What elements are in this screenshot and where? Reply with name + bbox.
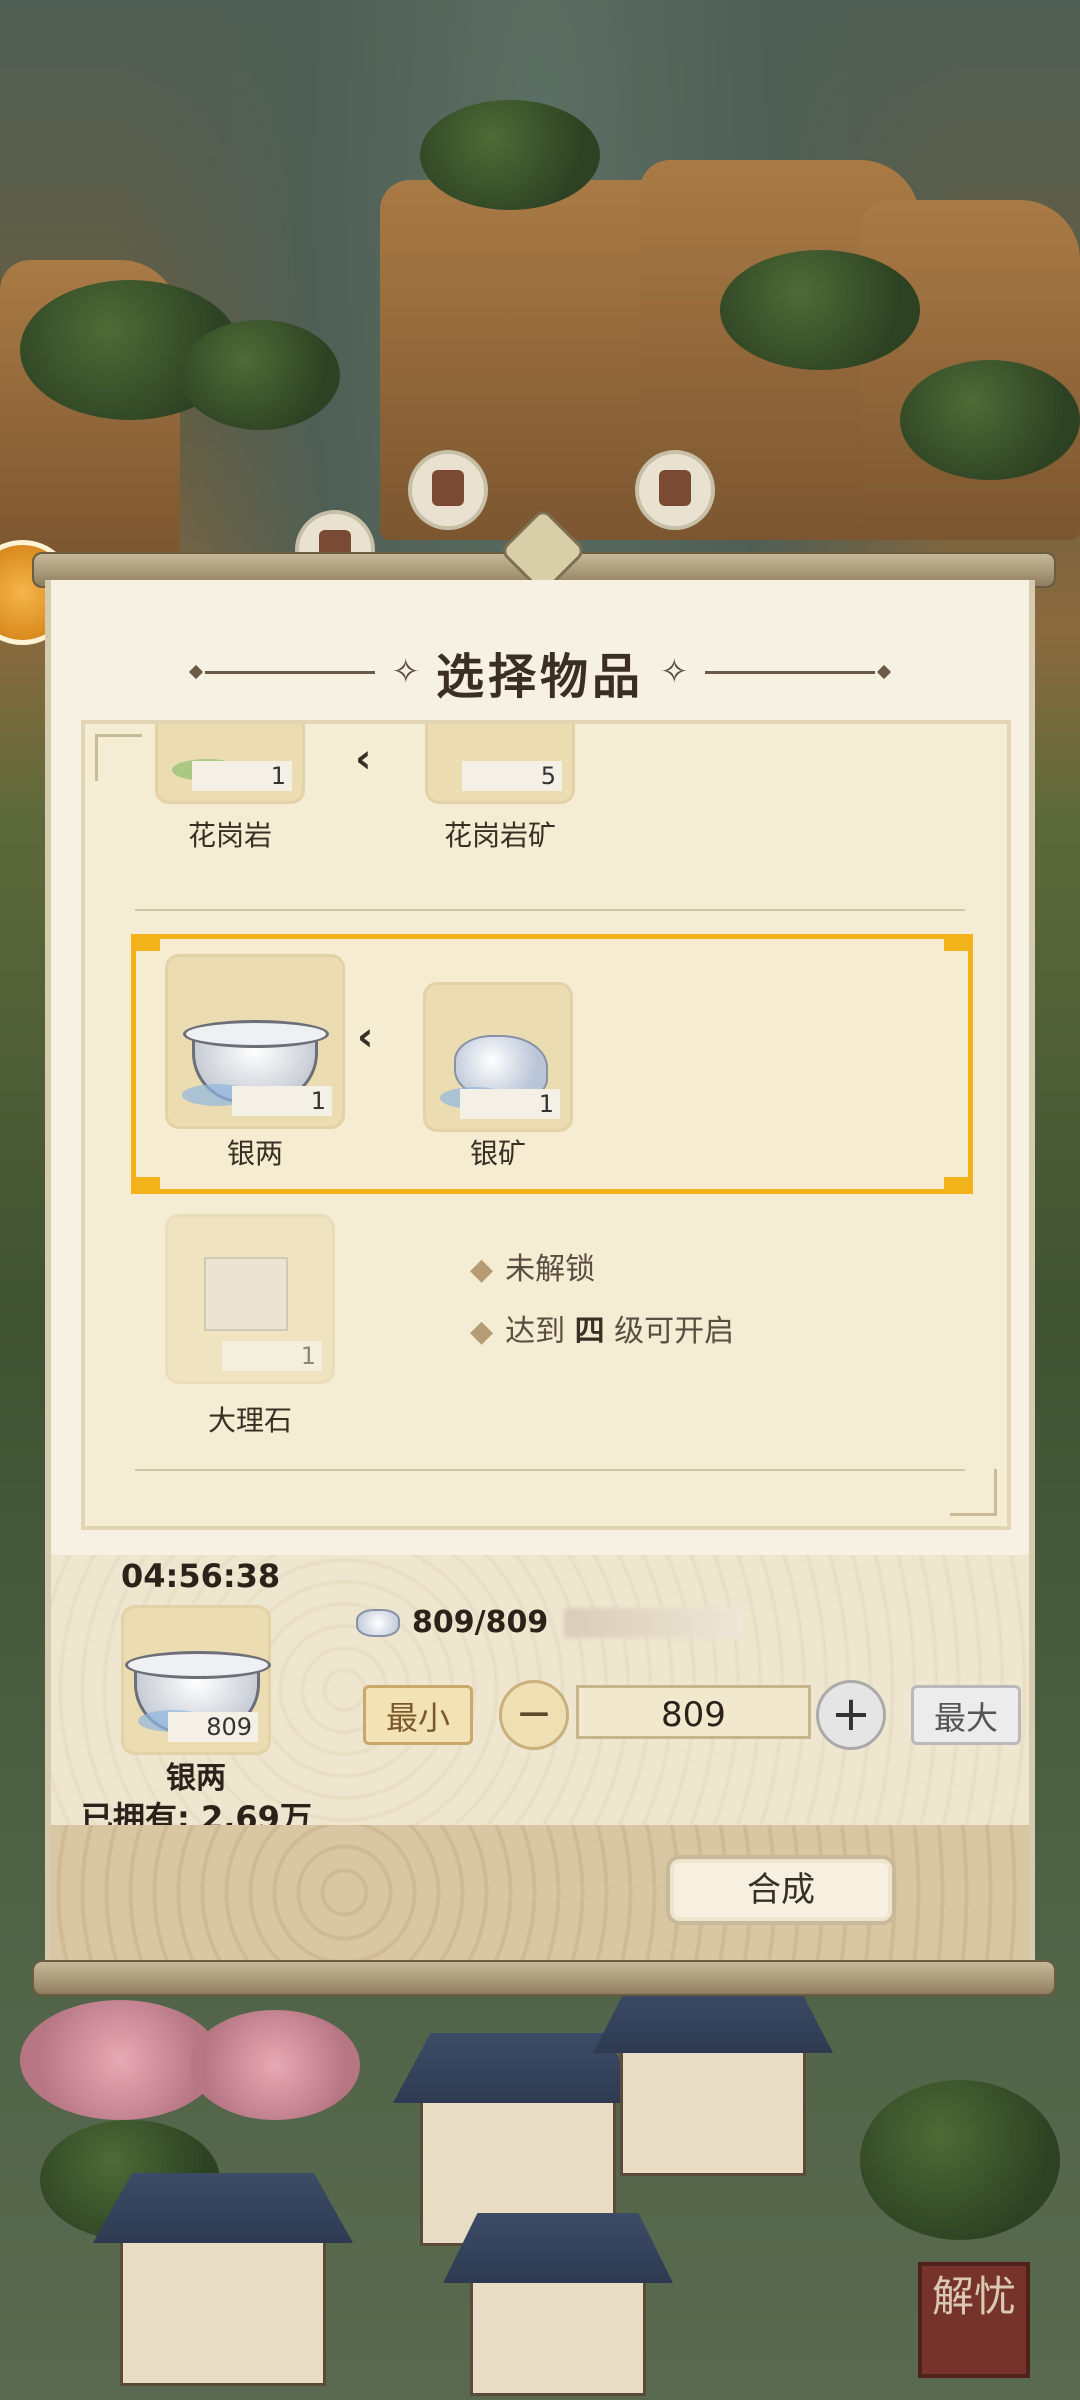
recipe-list[interactable]: 1 花岗岩 ‹ 5 花岗岩矿 1 银两 ‹ 1 银矿 1 大理石 ◆ 未解锁 ◆…	[81, 720, 1011, 1530]
item-count: 5	[462, 761, 562, 791]
corner-ornament	[950, 1469, 997, 1516]
title-ornament-line	[704, 670, 875, 674]
recipe-product-slot[interactable]: 1	[165, 954, 345, 1129]
diamond-bullet-icon: ◆	[470, 1252, 494, 1287]
min-quantity-button[interactable]: 最小	[363, 1685, 473, 1745]
tree	[900, 360, 1080, 480]
silver-ore-icon	[356, 1608, 400, 1637]
item-count: 1	[232, 1086, 332, 1116]
craft-item-name: 银两	[166, 1761, 226, 1796]
increase-quantity-button[interactable]: +	[816, 1680, 886, 1750]
arrow-left-icon: ‹	[355, 736, 372, 782]
material-requirement: 809/809	[356, 1605, 745, 1640]
quantity-input[interactable]: 809	[576, 1685, 811, 1739]
craft-section: 04:56:38 809 银两 已拥有: 2.69万 809/809 最小 − …	[51, 1555, 1029, 1837]
frame-corner	[944, 1177, 970, 1191]
diamond-bullet-icon: ◆	[470, 1314, 494, 1349]
item-label: 银两	[226, 1137, 283, 1170]
dialog-footer: 合成	[51, 1825, 1029, 1960]
row-divider	[135, 909, 965, 911]
recipe-product-slot[interactable]: 1	[155, 724, 305, 804]
lock-status-text: ◆ 未解锁	[470, 1252, 596, 1287]
house	[470, 2280, 646, 2396]
item-label: 花岗岩	[187, 819, 272, 852]
app-logo-stamp: 解忧	[918, 2262, 1030, 2378]
swirl-icon: ✧	[391, 652, 420, 692]
frame-corner	[134, 1177, 160, 1191]
craft-timer: 04:56:38	[121, 1557, 281, 1595]
item-count: 809	[168, 1712, 258, 1742]
compose-button[interactable]: 合成	[666, 1855, 896, 1925]
frame-corner	[944, 937, 970, 951]
title-ornament-line	[205, 670, 376, 674]
item-label: 大理石	[207, 1404, 292, 1437]
arrow-left-icon: ‹	[357, 1014, 374, 1060]
dialog-title: 选择物品	[435, 649, 644, 705]
max-quantity-button[interactable]: 最大	[911, 1685, 1021, 1745]
recipe-product-slot-locked[interactable]: 1	[165, 1214, 335, 1384]
blossom-tree	[190, 2010, 360, 2120]
row-divider	[135, 1469, 965, 1471]
marble-image	[204, 1257, 288, 1331]
select-item-dialog: ✧ 选择物品 ✧ 1 花岗岩 ‹ 5 花岗岩矿 1 银两 ‹ 1 银矿 1 大理…	[45, 580, 1035, 1960]
item-count: 1	[192, 761, 292, 791]
frame-corner	[134, 937, 160, 951]
item-label: 银矿	[469, 1137, 526, 1170]
recipe-ingredient-slot[interactable]: 5	[425, 724, 575, 804]
item-count: 1	[460, 1089, 560, 1119]
resource-bubble	[408, 450, 488, 530]
tree	[720, 250, 920, 370]
tree	[420, 100, 600, 210]
house	[620, 2050, 806, 2176]
unlock-condition-text: ◆ 达到 四 级可开启	[470, 1314, 735, 1349]
scroll-bottom-rod	[32, 1960, 1056, 1996]
dialog-header: ✧ 选择物品 ✧	[51, 632, 1029, 712]
corner-ornament	[95, 734, 142, 781]
blurred-decoration	[564, 1607, 745, 1638]
tree	[180, 320, 340, 430]
house	[120, 2240, 326, 2386]
recipe-ingredient-slot[interactable]: 1	[423, 982, 573, 1132]
decrease-quantity-button[interactable]: −	[499, 1680, 569, 1750]
tree	[860, 2080, 1060, 2240]
swirl-icon: ✧	[660, 652, 689, 692]
item-count: 1	[222, 1341, 322, 1371]
item-label: 花岗岩矿	[443, 819, 556, 852]
craft-item-slot[interactable]: 809	[121, 1605, 271, 1755]
resource-bubble	[635, 450, 715, 530]
